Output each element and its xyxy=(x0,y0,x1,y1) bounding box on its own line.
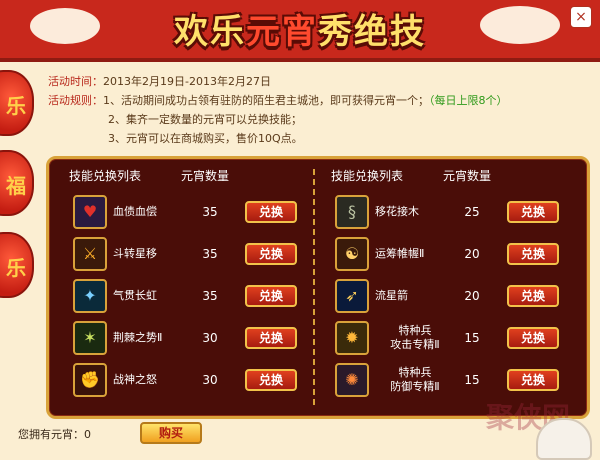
lantern-char: 乐 xyxy=(6,256,26,280)
skill-exchange-panel: 技能兑换列表 元宵数量 ♥ 血债血偿 35 兑换 ⚔ 斗转星移 35 兑换 ✦ … xyxy=(46,156,590,419)
strategy-figure-icon: ☯ xyxy=(335,237,369,271)
skill-row: ☯ 运筹帷幄Ⅱ 20 兑换 xyxy=(319,235,575,277)
rule-1-text: 1、活动期间成功占领有驻防的陌生君主城池，即可获得元宵一个； xyxy=(103,94,429,107)
exchange-button[interactable]: 兑换 xyxy=(245,327,297,349)
skill-quantity: 35 xyxy=(202,205,218,219)
skill-name: 荆棘之势Ⅱ xyxy=(113,331,163,344)
column-header-quantity: 元宵数量 xyxy=(443,169,492,183)
time-label: 活动时间： xyxy=(48,75,103,88)
skill-name: 特种兵 攻击专精Ⅱ xyxy=(375,319,455,357)
skill-row: ➶ 流星箭 20 兑换 xyxy=(319,277,575,319)
buy-button[interactable]: 购买 xyxy=(140,422,202,444)
owned-count: 您拥有元宵：0 xyxy=(18,426,91,442)
skill-name: 斗转星移 xyxy=(113,247,157,260)
skill-quantity: 20 xyxy=(464,247,480,261)
skill-row: § 移花接木 25 兑换 xyxy=(319,193,575,235)
lantern-icon: 乐 xyxy=(0,232,34,298)
skill-name: 移花接木 xyxy=(375,205,419,218)
skill-name: 特种兵 防御专精Ⅱ xyxy=(375,361,455,399)
owned-value: 0 xyxy=(84,428,91,441)
event-rule-2: 2、集齐一定数量的元宵可以兑换技能； xyxy=(108,113,302,126)
skill-row: ✊ 战神之怒 30 兑换 xyxy=(57,361,313,403)
exchange-button[interactable]: 兑换 xyxy=(507,369,559,391)
column-header-skills: 技能兑换列表 xyxy=(331,169,404,183)
skill-name-line-2: 攻击专精Ⅱ xyxy=(390,338,440,351)
close-button[interactable]: × xyxy=(570,6,592,28)
skill-row: ✦ 气贯长虹 35 兑换 xyxy=(57,277,313,319)
exchange-button[interactable]: 兑换 xyxy=(245,243,297,265)
rules-label: 活动规则： xyxy=(48,94,103,107)
page-title: 欢乐元宵秀绝技 xyxy=(0,4,600,53)
special-attack-icon: ✹ xyxy=(335,321,369,355)
exchange-button[interactable]: 兑换 xyxy=(245,201,297,223)
exchange-button[interactable]: 兑换 xyxy=(507,327,559,349)
heart-skill-icon: ♥ xyxy=(73,195,107,229)
event-time: 活动时间：2013年2月19日-2013年2月27日 xyxy=(48,72,508,91)
event-window: 欢乐元宵秀绝技 × 乐 福 乐 活动时间：2013年2月19日-2013年2月2… xyxy=(0,0,600,460)
exchange-button[interactable]: 兑换 xyxy=(507,201,559,223)
skill-name: 气贯长虹 xyxy=(113,289,157,302)
skill-name: 血债血偿 xyxy=(113,205,157,218)
title-part-1: 欢乐 xyxy=(174,12,246,52)
skill-name: 流星箭 xyxy=(375,289,408,302)
event-rule-1: 活动规则：1、活动期间成功占领有驻防的陌生君主城池，即可获得元宵一个；（每日上限… xyxy=(48,91,508,110)
thorn-skill-icon: ✶ xyxy=(73,321,107,355)
serpent-skill-icon: § xyxy=(335,195,369,229)
meteor-arrow-icon: ➶ xyxy=(335,279,369,313)
skill-row: ⚔ 斗转星移 35 兑换 xyxy=(57,235,313,277)
skill-quantity: 20 xyxy=(464,289,480,303)
skill-quantity: 35 xyxy=(202,247,218,261)
skill-quantity: 15 xyxy=(464,373,480,387)
special-defense-icon: ✺ xyxy=(335,363,369,397)
skill-name: 运筹帷幄Ⅱ xyxy=(375,247,425,260)
skill-quantity: 35 xyxy=(202,289,218,303)
skill-quantity: 30 xyxy=(202,331,218,345)
skill-row: ♥ 血债血偿 35 兑换 xyxy=(57,193,313,235)
lantern-char: 福 xyxy=(6,174,26,198)
skill-quantity: 25 xyxy=(464,205,480,219)
rainbow-slash-icon: ✦ xyxy=(73,279,107,313)
column-header-quantity: 元宵数量 xyxy=(181,169,230,183)
war-god-icon: ✊ xyxy=(73,363,107,397)
tangyuan-bowl-icon xyxy=(536,418,592,460)
skill-column-left: 技能兑换列表 元宵数量 ♥ 血债血偿 35 兑换 ⚔ 斗转星移 35 兑换 ✦ … xyxy=(57,159,319,416)
lantern-icon: 乐 xyxy=(0,70,34,136)
header-banner: 欢乐元宵秀绝技 × xyxy=(0,0,600,62)
skill-name: 战神之怒 xyxy=(113,373,157,386)
skill-quantity: 30 xyxy=(202,373,218,387)
sword-strike-icon: ⚔ xyxy=(73,237,107,271)
title-part-3: 秀绝技 xyxy=(318,12,426,52)
lantern-char: 乐 xyxy=(6,94,26,118)
skill-row: ✶ 荆棘之势Ⅱ 30 兑换 xyxy=(57,319,313,361)
exchange-button[interactable]: 兑换 xyxy=(507,243,559,265)
event-info: 活动时间：2013年2月19日-2013年2月27日 活动规则：1、活动期间成功… xyxy=(48,72,508,148)
skill-name-line-1: 特种兵 xyxy=(398,324,432,337)
daily-limit-note: （每日上限8个） xyxy=(429,94,508,107)
column-header-skills: 技能兑换列表 xyxy=(69,169,142,183)
skill-column-right: 技能兑换列表 元宵数量 § 移花接木 25 兑换 ☯ 运筹帷幄Ⅱ 20 兑换 ➶… xyxy=(319,159,581,416)
owned-label: 您拥有元宵： xyxy=(18,428,84,441)
exchange-button[interactable]: 兑换 xyxy=(245,285,297,307)
title-part-2: 元宵 xyxy=(246,12,318,52)
exchange-button[interactable]: 兑换 xyxy=(245,369,297,391)
skill-name-line-1: 特种兵 xyxy=(398,366,432,379)
skill-quantity: 15 xyxy=(464,331,480,345)
skill-row: ✹ 特种兵 攻击专精Ⅱ 15 兑换 xyxy=(319,319,575,361)
skill-name-line-2: 防御专精Ⅱ xyxy=(390,380,440,393)
event-rule-3: 3、元宵可以在商城购买，售价10Q点。 xyxy=(108,132,303,145)
exchange-button[interactable]: 兑换 xyxy=(507,285,559,307)
lantern-icon: 福 xyxy=(0,150,34,216)
time-value: 2013年2月19日-2013年2月27日 xyxy=(103,75,271,88)
